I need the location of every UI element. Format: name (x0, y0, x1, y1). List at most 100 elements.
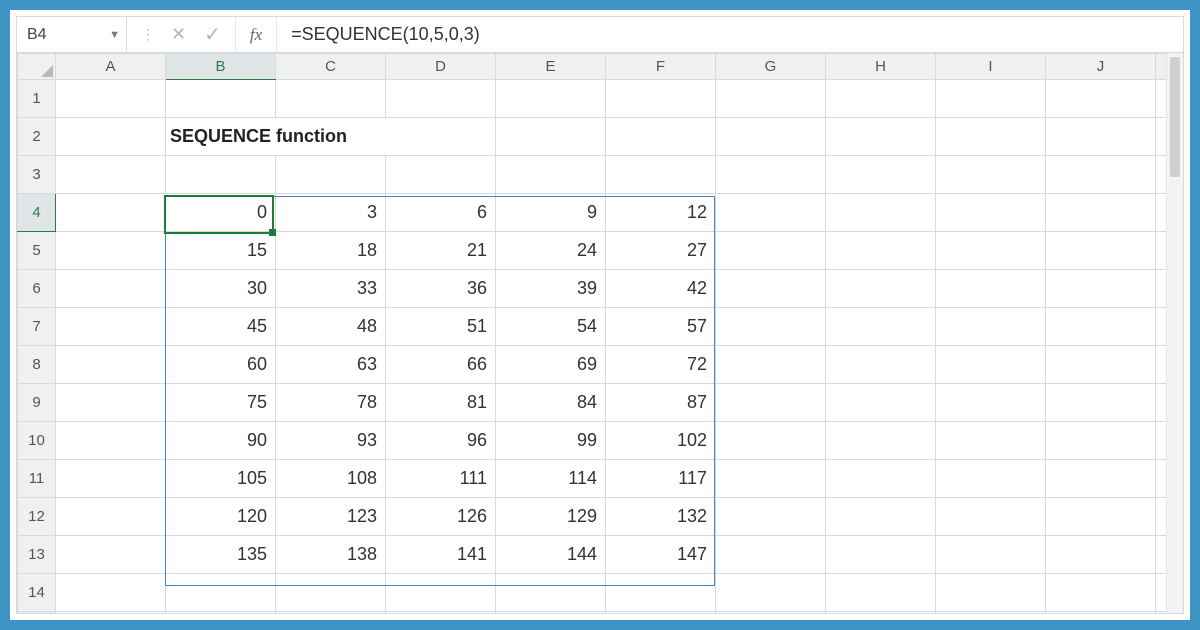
cell[interactable]: 84 (496, 384, 606, 422)
cell[interactable] (716, 80, 826, 118)
cell[interactable] (716, 194, 826, 232)
cell[interactable] (1046, 270, 1156, 308)
col-header[interactable]: G (716, 54, 826, 80)
cell[interactable] (56, 384, 166, 422)
cell[interactable] (826, 194, 936, 232)
cell[interactable]: 123 (276, 498, 386, 536)
col-header[interactable]: J (1046, 54, 1156, 80)
cell[interactable] (826, 118, 936, 156)
cell[interactable] (826, 384, 936, 422)
cell[interactable] (606, 156, 716, 194)
cell[interactable] (1046, 156, 1156, 194)
cell[interactable]: 117 (606, 460, 716, 498)
cell[interactable] (1046, 118, 1156, 156)
row-header[interactable]: 4 (18, 194, 56, 232)
cell[interactable]: 51 (386, 308, 496, 346)
cell[interactable] (56, 156, 166, 194)
cell[interactable] (606, 118, 716, 156)
cell[interactable] (936, 384, 1046, 422)
cell[interactable] (56, 308, 166, 346)
cell[interactable] (1046, 384, 1156, 422)
cell[interactable]: 33 (276, 270, 386, 308)
cell[interactable] (56, 574, 166, 612)
cell[interactable]: 126 (386, 498, 496, 536)
cell[interactable] (826, 270, 936, 308)
row-header[interactable]: 9 (18, 384, 56, 422)
chevron-down-icon[interactable]: ▼ (109, 29, 120, 41)
row-header[interactable]: 14 (18, 574, 56, 612)
cell[interactable]: 12 (606, 194, 716, 232)
cell[interactable]: 129 (496, 498, 606, 536)
col-header[interactable]: D (386, 54, 496, 80)
cell[interactable]: 90 (166, 422, 276, 460)
cell[interactable] (716, 460, 826, 498)
cell[interactable] (166, 574, 276, 612)
cell[interactable] (826, 232, 936, 270)
cell[interactable] (826, 308, 936, 346)
cell[interactable]: 75 (166, 384, 276, 422)
cell[interactable] (716, 270, 826, 308)
row-header[interactable]: 5 (18, 232, 56, 270)
row-header[interactable]: 11 (18, 460, 56, 498)
cell[interactable] (166, 80, 276, 118)
cell[interactable] (826, 156, 936, 194)
cell[interactable] (496, 80, 606, 118)
row-header[interactable]: 10 (18, 422, 56, 460)
cell[interactable] (166, 156, 276, 194)
cell[interactable]: 141 (386, 536, 496, 574)
cell[interactable] (56, 118, 166, 156)
select-all-cell[interactable] (18, 54, 56, 80)
cell[interactable] (826, 422, 936, 460)
cell[interactable] (936, 308, 1046, 346)
cell[interactable] (56, 460, 166, 498)
cell[interactable] (56, 270, 166, 308)
cell[interactable]: 15 (166, 232, 276, 270)
cell[interactable]: 93 (276, 422, 386, 460)
cell[interactable]: 135 (166, 536, 276, 574)
cell[interactable] (276, 80, 386, 118)
cell[interactable] (166, 612, 276, 614)
cell[interactable] (716, 232, 826, 270)
cell[interactable]: 6 (386, 194, 496, 232)
cell[interactable] (826, 498, 936, 536)
cell[interactable] (56, 80, 166, 118)
cell[interactable]: 78 (276, 384, 386, 422)
cell[interactable] (56, 194, 166, 232)
cell[interactable]: 0 (166, 194, 276, 232)
cell[interactable] (716, 498, 826, 536)
col-header[interactable]: E (496, 54, 606, 80)
cell[interactable] (716, 346, 826, 384)
cell[interactable] (716, 384, 826, 422)
cell[interactable]: 66 (386, 346, 496, 384)
cell[interactable]: 9 (496, 194, 606, 232)
cell[interactable] (936, 156, 1046, 194)
cell[interactable] (936, 232, 1046, 270)
cell[interactable] (1046, 536, 1156, 574)
cell[interactable] (826, 460, 936, 498)
cell[interactable] (386, 80, 496, 118)
formula-input[interactable]: =SEQUENCE(10,5,0,3) (277, 17, 1183, 52)
row-header[interactable]: 1 (18, 80, 56, 118)
cell[interactable] (936, 574, 1046, 612)
cell[interactable] (1046, 194, 1156, 232)
row-header[interactable]: 2 (18, 118, 56, 156)
cell[interactable]: 30 (166, 270, 276, 308)
cell[interactable] (276, 156, 386, 194)
cell[interactable] (496, 612, 606, 614)
col-header[interactable]: A (56, 54, 166, 80)
cell[interactable] (826, 80, 936, 118)
cell[interactable]: 102 (606, 422, 716, 460)
name-box[interactable]: B4 ▼ (17, 17, 127, 52)
cell[interactable] (1046, 612, 1156, 614)
cell[interactable]: 105 (166, 460, 276, 498)
col-header[interactable]: F (606, 54, 716, 80)
col-header[interactable]: B (166, 54, 276, 80)
cell[interactable]: 57 (606, 308, 716, 346)
cell[interactable] (56, 422, 166, 460)
cell[interactable] (496, 118, 606, 156)
row-header[interactable]: 15 (18, 612, 56, 614)
cell[interactable] (936, 346, 1046, 384)
cell[interactable] (716, 308, 826, 346)
cell[interactable]: 24 (496, 232, 606, 270)
cell[interactable] (496, 574, 606, 612)
